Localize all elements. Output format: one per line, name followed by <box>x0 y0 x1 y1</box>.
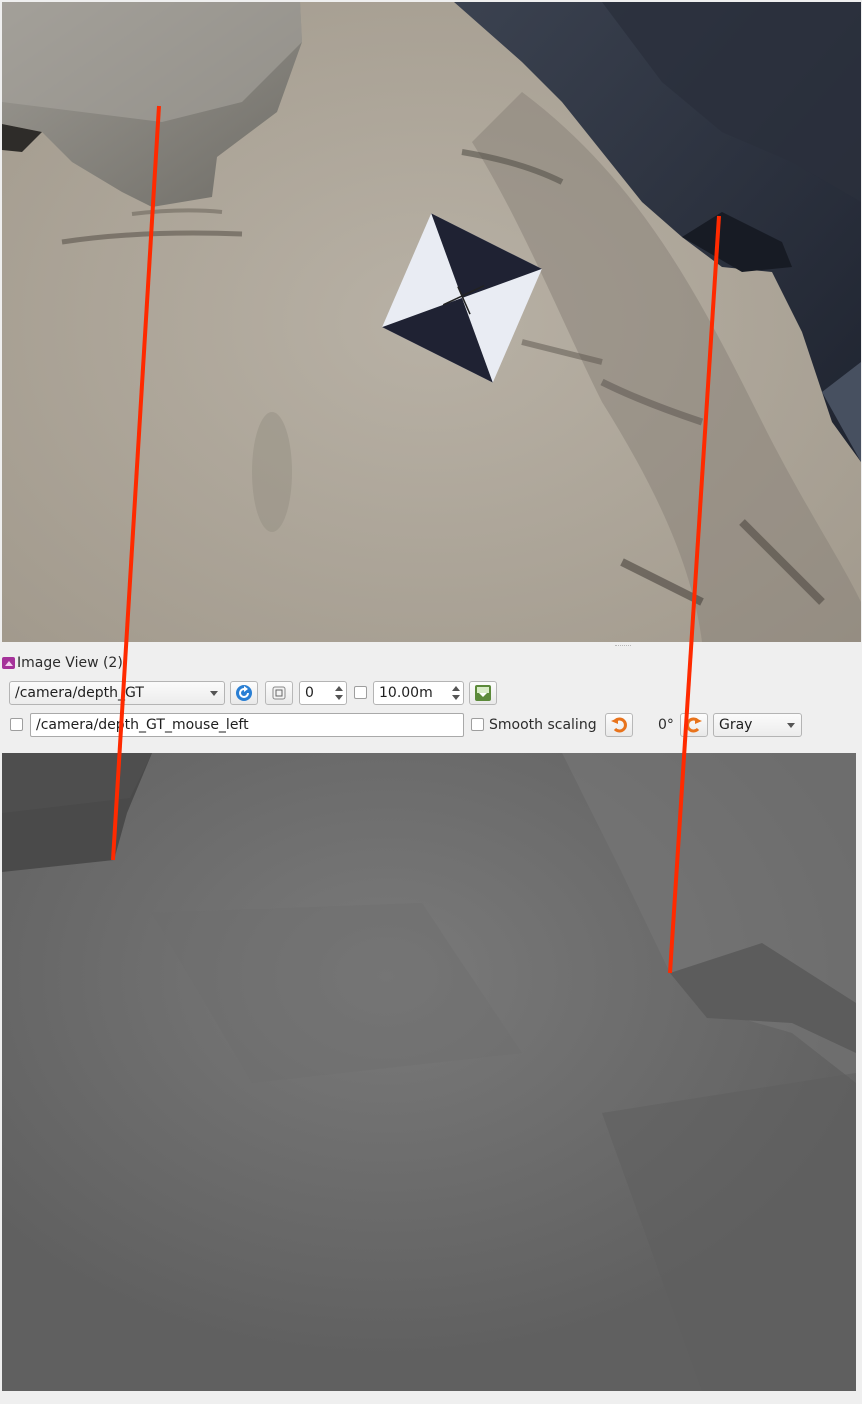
chevron-down-icon <box>210 691 218 696</box>
colormap-value: Gray <box>719 717 753 733</box>
spin-arrows[interactable] <box>451 684 461 702</box>
refresh-icon <box>236 685 252 701</box>
rotate-right-button[interactable] <box>680 713 708 737</box>
zoom-1-icon <box>272 686 286 700</box>
rotation-label: 0° <box>658 717 674 733</box>
publish-topic-value: /camera/depth_GT_mouse_left <box>36 717 249 733</box>
rotate-left-icon <box>611 717 627 733</box>
splitter[interactable] <box>0 642 862 650</box>
save-image-button[interactable] <box>469 681 497 705</box>
depth-image[interactable] <box>2 753 856 1391</box>
smooth-scaling-label: Smooth scaling <box>489 717 597 733</box>
smooth-scaling-checkbox[interactable] <box>471 718 484 731</box>
publish-click-checkbox[interactable] <box>10 718 23 731</box>
splitter-grip[interactable] <box>615 645 631 648</box>
num-gridlines-spinbox[interactable]: 0 <box>299 681 347 705</box>
dynamic-range-checkbox[interactable] <box>354 686 367 699</box>
chevron-down-icon <box>787 723 795 728</box>
save-image-icon <box>475 685 491 701</box>
rqt-image-view-window: Image View (2) /camera/depth_GT 0 10.00m <box>0 0 862 1404</box>
status-strip <box>0 1391 862 1404</box>
spin-arrows[interactable] <box>334 684 344 702</box>
topic-combobox-value: /camera/depth_GT <box>15 685 144 701</box>
dock-title: Image View (2) <box>2 654 123 672</box>
publish-topic-input[interactable]: /camera/depth_GT_mouse_left <box>30 713 464 737</box>
rotate-left-button[interactable] <box>605 713 633 737</box>
dock-title-label: Image View (2) <box>17 655 123 671</box>
max-depth-spinbox[interactable]: 10.00m <box>373 681 464 705</box>
colormap-combobox[interactable]: Gray <box>713 713 802 737</box>
topic-combobox[interactable]: /camera/depth_GT <box>9 681 225 705</box>
rgb-camera-image <box>2 2 861 642</box>
num-gridlines-value: 0 <box>305 685 314 701</box>
zoom-1-button[interactable] <box>265 681 293 705</box>
max-depth-value: 10.00m <box>379 685 433 701</box>
image-view-icon <box>2 657 15 669</box>
refresh-topics-button[interactable] <box>230 681 258 705</box>
rotate-right-icon <box>686 717 702 733</box>
